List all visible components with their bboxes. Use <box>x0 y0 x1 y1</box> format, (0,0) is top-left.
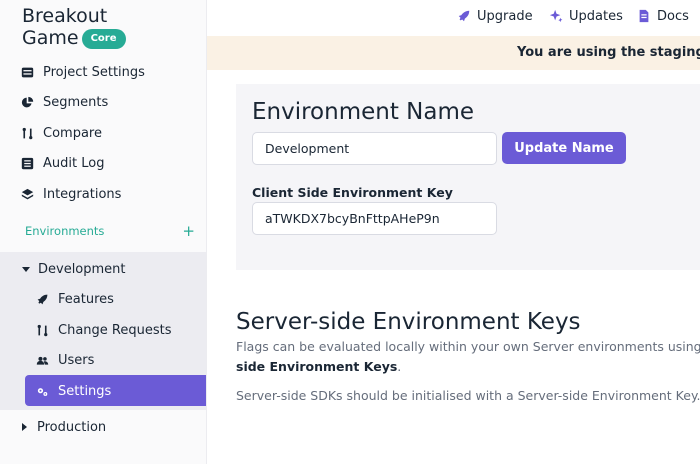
sidebar-item-audit-log[interactable]: Audit Log <box>20 151 104 175</box>
docs-icon <box>639 9 649 23</box>
upgrade-label: Upgrade <box>477 8 533 24</box>
users-icon <box>35 353 49 367</box>
env-item-label: Users <box>58 352 95 368</box>
sidebar-item-compare[interactable]: Compare <box>20 121 102 145</box>
update-name-button[interactable]: Update Name <box>502 132 626 164</box>
environments-label: Environments <box>25 224 105 238</box>
updates-label: Updates <box>569 8 623 24</box>
sidebar-item-segments[interactable]: Segments <box>20 90 108 114</box>
client-key-field[interactable]: aTWKDX7bcyBnFttpAHeP9n <box>252 202 497 235</box>
sidebar-item-label: Compare <box>43 125 102 141</box>
server-keys-desc-bold: side Environment Keys <box>236 359 398 374</box>
env-item-label: Change Requests <box>58 322 172 338</box>
sidebar-item-label: Segments <box>43 94 109 110</box>
env-item-label: Settings <box>58 383 112 399</box>
staging-banner: You are using the staging en <box>207 36 700 70</box>
list-icon <box>20 156 34 170</box>
layers-icon <box>20 187 34 201</box>
server-keys-description: Flags can be evaluated locally within yo… <box>236 337 700 377</box>
add-environment-icon[interactable]: + <box>182 223 195 239</box>
server-keys-note: Server-side SDKs should be initialised w… <box>236 388 700 403</box>
server-keys-desc-line1: Flags can be evaluated locally within yo… <box>236 339 700 354</box>
env-item-label: Features <box>58 291 114 307</box>
environment-name-input[interactable]: Development <box>252 132 497 165</box>
compare-icon <box>35 323 49 337</box>
environment-name: Production <box>37 419 107 435</box>
environment-name: Development <box>38 261 126 277</box>
staging-banner-text: You are using the staging en <box>517 45 700 60</box>
docs-label: Docs <box>657 8 689 24</box>
plan-badge: Core <box>81 29 126 49</box>
environment-name-title: Environment Name <box>252 99 475 125</box>
rocket-icon <box>458 10 470 22</box>
updates-link[interactable]: Updates <box>549 6 623 26</box>
compare-icon <box>20 126 34 140</box>
server-keys-title: Server-side Environment Keys <box>236 309 581 335</box>
client-key-label: Client Side Environment Key <box>252 185 453 200</box>
sidebar-item-label: Integrations <box>43 186 122 202</box>
environment-production[interactable]: Production <box>22 417 106 437</box>
upgrade-link[interactable]: Upgrade <box>457 6 533 26</box>
env-item-users[interactable]: Users <box>35 348 94 372</box>
project-title-line2: Game <box>22 27 79 49</box>
top-bar: Upgrade Updates Docs <box>207 0 700 36</box>
env-item-change-requests[interactable]: Change Requests <box>35 318 171 342</box>
sidebar-item-label: Audit Log <box>43 155 105 171</box>
sidebar-item-integrations[interactable]: Integrations <box>20 182 121 206</box>
sidebar-item-label: Project Settings <box>43 64 145 80</box>
sidebar-item-project-settings[interactable]: Project Settings <box>20 60 145 84</box>
server-keys-desc-end: . <box>397 359 402 374</box>
pie-chart-icon <box>20 95 34 109</box>
project-title: Breakout Game Core <box>22 5 126 49</box>
settings-list-icon <box>20 65 34 79</box>
environments-header: Environments + <box>25 222 195 240</box>
sparkle-icon <box>549 9 563 23</box>
sidebar: Breakout Game Core Project Settings Segme… <box>0 0 207 464</box>
environment-development[interactable]: Development <box>22 259 126 279</box>
gear-icon <box>35 384 49 398</box>
env-item-settings[interactable]: Settings <box>35 379 111 403</box>
project-title-line1: Breakout <box>22 5 108 27</box>
rocket-icon <box>35 292 49 306</box>
caret-right-icon <box>22 423 27 431</box>
env-item-features[interactable]: Features <box>35 287 114 311</box>
caret-down-icon <box>22 266 30 272</box>
docs-link[interactable]: Docs <box>637 6 689 26</box>
